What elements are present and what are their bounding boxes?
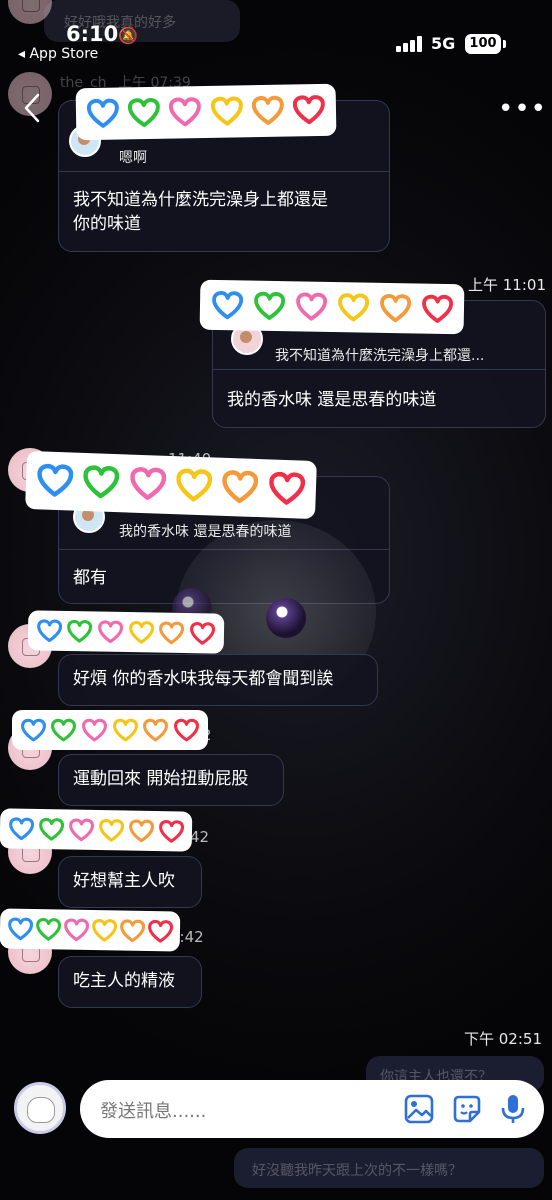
heart-icon: [379, 293, 411, 322]
heart-icon: [20, 718, 46, 741]
heart-icon: [295, 291, 327, 321]
heart-icon: [293, 95, 326, 125]
heart-icon: [37, 463, 74, 497]
quoted-text-2: 我不知道為什麼洗完澡身上都還...: [275, 348, 485, 364]
heart-sticker-7: [0, 908, 181, 952]
message-bubble-7[interactable]: 吃主人的精液: [58, 956, 202, 1008]
message-bubble-4[interactable]: 好煩 你的香水味我每天都會聞到誒: [58, 654, 378, 706]
timestamp-6: 42: [190, 828, 210, 846]
heart-icon: [67, 619, 93, 643]
message-input[interactable]: 發送訊息......: [80, 1080, 544, 1138]
timestamp-2: 上午 11:01: [468, 276, 546, 294]
status-time: 6:10: [66, 22, 119, 46]
heart-icon: [38, 817, 64, 841]
heart-icon: [337, 292, 369, 321]
heart-icon: [143, 718, 169, 741]
heart-icon: [174, 718, 200, 741]
heart-icon: [82, 718, 108, 741]
heart-icon: [128, 818, 154, 842]
heart-icon: [253, 291, 285, 320]
heart-icon: [86, 98, 119, 128]
heart-icon: [7, 916, 33, 940]
message-bubble-6[interactable]: 好想幫主人吹: [58, 856, 202, 908]
heart-sticker-header: [75, 83, 337, 141]
heart-icon: [268, 471, 305, 505]
heart-icon: [98, 818, 124, 842]
heart-icon: [98, 619, 124, 643]
battery-icon: 100: [465, 34, 501, 54]
back-chevron-icon[interactable]: [22, 92, 42, 124]
message-text-6: 好想幫主人吹: [73, 871, 175, 891]
battery-nub: [503, 40, 506, 48]
heart-sticker-6: [0, 808, 193, 852]
heart-icon: [210, 96, 243, 126]
heart-icon: [68, 817, 94, 841]
sticker-eye-right: [266, 598, 306, 638]
heart-icon: [128, 620, 154, 644]
heart-icon: [91, 918, 117, 942]
microphone-icon[interactable]: [496, 1092, 530, 1126]
message-text-4: 好煩 你的香水味我每天都會聞到誒: [73, 669, 334, 689]
heart-icon: [159, 620, 185, 644]
heart-icon: [211, 290, 243, 319]
heart-icon: [169, 97, 202, 127]
sticker-icon[interactable]: [450, 1092, 484, 1126]
heart-icon: [119, 918, 145, 942]
heart-icon: [36, 618, 62, 642]
heart-icon: [130, 467, 167, 500]
heart-icon: [51, 718, 77, 741]
heart-icon: [222, 470, 259, 504]
network-type: 5G: [431, 34, 456, 53]
heart-icon: [190, 621, 216, 645]
message-text-2: 我的香水味 還是思春的味道: [227, 390, 437, 410]
heart-icon: [35, 917, 61, 941]
quoted-text: 嗯啊: [119, 150, 147, 166]
heart-icon: [83, 465, 120, 499]
ghost-bottom-text-2: 好沒聽我昨天跟上次的不一樣嗎？: [252, 1163, 462, 1179]
heart-icon: [421, 294, 453, 323]
signal-icon: [396, 36, 426, 52]
message-input-placeholder: 發送訊息......: [100, 1101, 207, 1122]
message-text-1-line-2: 你的味道: [73, 214, 141, 234]
silent-bell-icon: 🔕: [118, 26, 138, 45]
heart-icon: [112, 718, 138, 741]
back-to-app-store[interactable]: ◂ App Store: [18, 46, 98, 62]
heart-icon: [147, 919, 173, 943]
message-text-5: 運動回來 開始扭動屁股: [73, 769, 249, 789]
image-icon[interactable]: [402, 1092, 436, 1126]
message-text-1: 我不知道為什麼洗完澡身上都還是 你的味道: [59, 172, 389, 248]
message-text-7: 吃主人的精液: [73, 971, 175, 991]
heart-sticker-3: [25, 450, 317, 520]
heart-sticker-4: [27, 610, 225, 654]
heart-icon: [8, 816, 34, 840]
heart-icon: [127, 97, 160, 128]
timestamp-sent: 下午 02:51: [464, 1030, 542, 1048]
heart-sticker-2: [199, 279, 465, 335]
heart-icon: [63, 917, 89, 941]
composer-avatar[interactable]: [14, 1082, 66, 1134]
heart-icon: [158, 819, 184, 843]
heart-sticker-5: [12, 710, 208, 750]
ghost-bubble-bottom-2: 好沒聽我昨天跟上次的不一樣嗎？: [234, 1148, 544, 1188]
heart-icon: [176, 468, 213, 502]
status-bar: 6:10 🔕 ◂ App Store 5G 100: [0, 0, 552, 70]
message-text-1-line-1: 我不知道為什麼洗完澡身上都還是: [73, 190, 328, 210]
message-bubble-5[interactable]: 運動回來 開始扭動屁股: [58, 754, 284, 806]
heart-icon: [251, 95, 284, 125]
more-options-icon[interactable]: •••: [498, 94, 547, 124]
